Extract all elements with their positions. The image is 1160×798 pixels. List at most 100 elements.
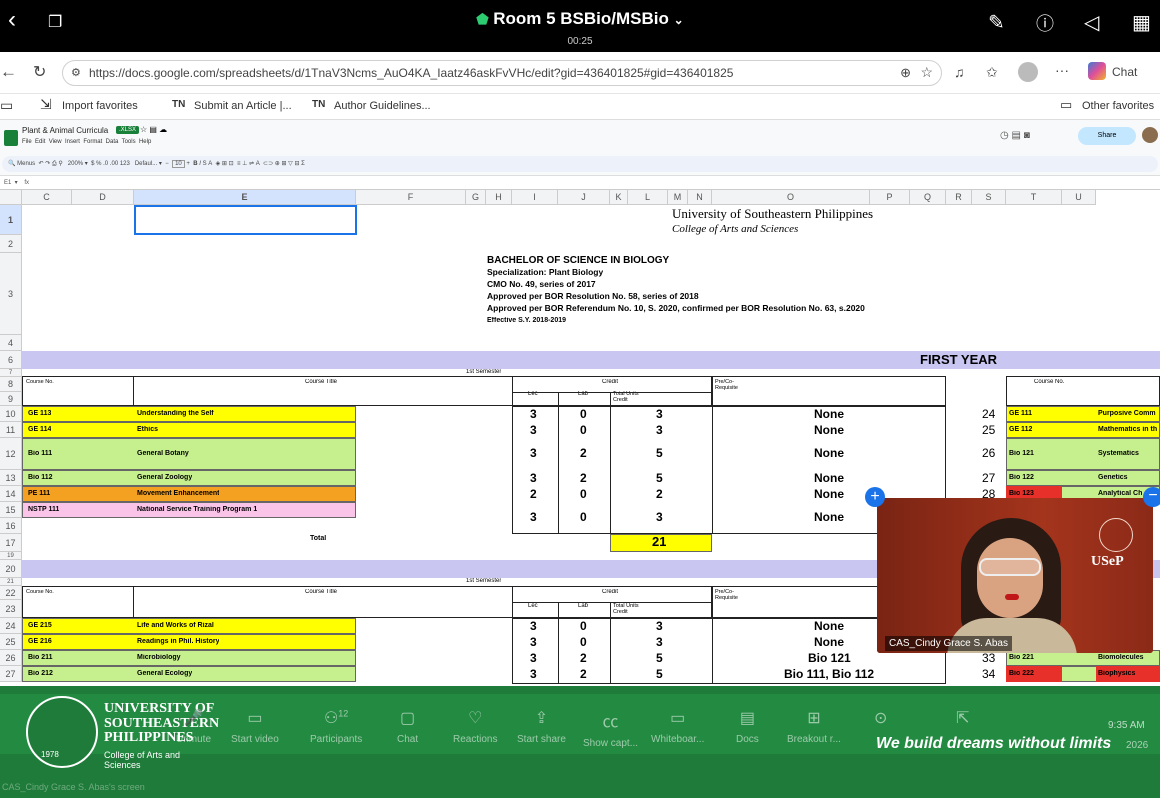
row-header[interactable]: 16	[0, 518, 22, 534]
row-header[interactable]: 14	[0, 486, 22, 502]
col-header-r[interactable]: R	[946, 190, 972, 205]
menu-help[interactable]: Help	[139, 139, 151, 145]
plus-icon[interactable]: +	[865, 487, 885, 507]
address-bar[interactable]: ⚙ https://docs.google.com/spreadsheets/d…	[62, 60, 942, 86]
row-header[interactable]: 9	[0, 392, 22, 406]
row-header[interactable]: 15	[0, 502, 22, 518]
row-header[interactable]: 19	[0, 552, 22, 560]
col-header-f[interactable]: F	[356, 190, 466, 205]
menu-edit[interactable]: Edit	[35, 139, 45, 145]
start-share-button[interactable]: ⇪ Start share	[517, 708, 566, 745]
row-header[interactable]: 25	[0, 634, 22, 650]
chat-button[interactable]: Chat	[1112, 65, 1137, 79]
participants-button[interactable]: ⚇12 Participants	[310, 708, 362, 745]
zoom-select[interactable]: 200%	[68, 161, 83, 167]
menu-tools[interactable]: Tools	[122, 139, 136, 145]
col-header-p[interactable]: P	[870, 190, 910, 205]
row-header[interactable]: 22	[0, 586, 22, 600]
corner-cell[interactable]	[0, 190, 22, 205]
col-header-u[interactable]: U	[1062, 190, 1096, 205]
menu-data[interactable]: Data	[106, 139, 119, 145]
copilot-icon[interactable]	[1088, 62, 1106, 80]
annotate-pen-icon[interactable]: ✎	[988, 10, 1005, 35]
col-header-n[interactable]: N	[688, 190, 712, 205]
row-header[interactable]: 24	[0, 618, 22, 634]
row-header[interactable]: 4	[0, 335, 22, 351]
row-header[interactable]: 8	[0, 377, 22, 392]
other-favorites[interactable]: Other favorites	[1082, 100, 1154, 112]
font-select[interactable]: Defaul...	[135, 161, 157, 167]
zoom-icon[interactable]: ⊕	[900, 65, 911, 81]
site-info-icon[interactable]: ⚙	[71, 66, 81, 79]
row-header[interactable]: 3	[0, 253, 22, 335]
col-header-t[interactable]: T	[1006, 190, 1062, 205]
col-header-l[interactable]: L	[628, 190, 668, 205]
row-header[interactable]: 7	[0, 369, 22, 377]
col-header-k[interactable]: K	[610, 190, 628, 205]
col-header-s[interactable]: S	[972, 190, 1006, 205]
row-header[interactable]: 17	[0, 534, 22, 552]
row-header[interactable]: 21	[0, 578, 22, 586]
col-header-h[interactable]: H	[486, 190, 512, 205]
share-button[interactable]: Share	[1078, 127, 1136, 145]
col-header-c[interactable]: C	[22, 190, 72, 205]
start-video-button[interactable]: ▭ Start video	[231, 708, 279, 745]
docs-button[interactable]: ▤ Docs	[736, 708, 759, 745]
apps-grid-icon[interactable]: ▦	[1132, 10, 1151, 35]
show-captions-button[interactable]: ㏄ Show capt...	[583, 708, 638, 749]
bookmark-author-guidelines[interactable]: Author Guidelines...	[334, 100, 431, 112]
menus-search[interactable]: Menus	[17, 161, 35, 167]
row-header[interactable]: 1	[0, 205, 22, 235]
search-menus-icon[interactable]: 🔍	[8, 161, 15, 167]
help-icon[interactable]: ⓘ	[1036, 10, 1054, 36]
room-title[interactable]: ⬟ Room 5 BSBio/MSBio ⌄	[0, 9, 1160, 29]
col-header-g[interactable]: G	[466, 190, 486, 205]
col-header-o[interactable]: O	[712, 190, 870, 205]
col-header-q[interactable]: Q	[910, 190, 946, 205]
whiteboard-button[interactable]: ▭ Whiteboar...	[651, 708, 704, 745]
row-header[interactable]: 6	[0, 351, 22, 369]
formula-bar[interactable]: E1 ▾ fx	[0, 176, 1160, 190]
read-aloud-icon[interactable]: ♫	[954, 64, 965, 80]
leave-button[interactable]: ⇱	[956, 708, 969, 734]
row-header[interactable]: 23	[0, 600, 22, 618]
col-header-e[interactable]: E	[134, 190, 356, 205]
row-header[interactable]: 20	[0, 560, 22, 578]
row-header[interactable]: 12	[0, 438, 22, 470]
row-header[interactable]: 26	[0, 650, 22, 666]
col-header-i[interactable]: I	[512, 190, 558, 205]
col-header-j[interactable]: J	[558, 190, 610, 205]
row-header[interactable]: 2	[0, 235, 22, 253]
chat-button-zoom[interactable]: ▢ Chat	[397, 708, 418, 745]
row-header[interactable]: 13	[0, 470, 22, 486]
reactions-button[interactable]: ♡ Reactions	[453, 708, 497, 745]
menu-view[interactable]: View	[49, 139, 62, 145]
col-header-d[interactable]: D	[72, 190, 134, 205]
row-header[interactable]: 27	[0, 666, 22, 682]
speaker-icon[interactable]: ◁	[1084, 10, 1099, 35]
font-size-input[interactable]: 10	[172, 160, 185, 168]
star-icon[interactable]: ☆ ▤ ☁	[140, 125, 167, 134]
row-header[interactable]: 11	[0, 422, 22, 438]
favorite-star-icon[interactable]: ☆	[920, 64, 933, 81]
menu-insert[interactable]: Insert	[65, 139, 80, 145]
favorites-icon[interactable]: ✩	[986, 64, 998, 81]
col-header-m[interactable]: M	[668, 190, 688, 205]
menu-format[interactable]: Format	[83, 139, 102, 145]
breakout-rooms-button[interactable]: ⊞ Breakout r...	[787, 708, 841, 745]
account-avatar[interactable]	[1142, 127, 1158, 143]
reload-icon[interactable]: ↻	[33, 62, 46, 82]
menu-file[interactable]: File	[22, 139, 32, 145]
more-options-icon[interactable]: ···	[1055, 62, 1069, 78]
selected-cell-e1[interactable]	[134, 205, 357, 235]
row-header[interactable]: 10	[0, 406, 22, 422]
participant-video[interactable]: USeP CAS_Cindy Grace S. Abas	[877, 498, 1153, 653]
bookmark-submit-article[interactable]: Submit an Article |...	[194, 100, 292, 112]
profile-avatar[interactable]	[1018, 62, 1038, 82]
history-icon[interactable]: ◷ ▤ ◙	[1000, 130, 1030, 141]
minus-icon[interactable]: −	[1143, 487, 1160, 507]
doc-title[interactable]: Plant & Animal Curricula	[22, 126, 108, 135]
bookmark-import-favorites[interactable]: Import favorites	[62, 100, 138, 112]
unmute-button[interactable]: 🎤 Unmute	[176, 708, 211, 745]
back-icon[interactable]: ←	[0, 62, 17, 82]
